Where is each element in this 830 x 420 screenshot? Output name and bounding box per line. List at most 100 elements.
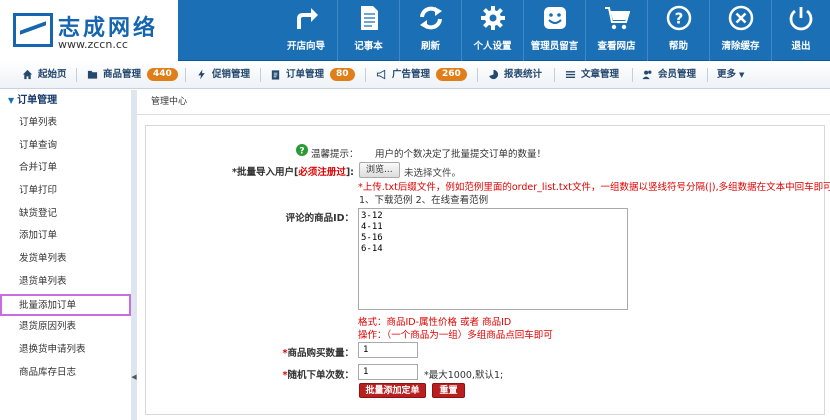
toolbar-store-guide-button[interactable]: 开店向导 <box>275 0 337 61</box>
toolbar-clear-cache-button[interactable]: 清除缓存 <box>709 0 771 61</box>
cart-icon <box>605 7 630 30</box>
toolbar-label: 管理员留言 <box>530 41 579 52</box>
nav-articles-label: 文章管理 <box>581 69 620 80</box>
nav-goods[interactable]: 商品管理 440 <box>87 61 178 89</box>
sidebar-title: 订单管理 <box>17 95 58 106</box>
nav-ads[interactable]: 广告管理 260 <box>376 61 467 89</box>
toolbar-settings-button[interactable]: 个人设置 <box>461 0 523 61</box>
logo: 志成网络 www.zccn.cc <box>0 0 178 61</box>
goods-id-label: 评论的商品ID： <box>285 213 354 224</box>
nav-articles[interactable]: 文章管理 <box>565 61 619 89</box>
logo-url: www.zccn.cc <box>58 38 128 51</box>
goods-id-textarea[interactable]: 3-12 4-11 5-16 6-14 <box>358 208 628 310</box>
nav-promo[interactable]: 促销管理 <box>196 61 250 89</box>
tip-label: 温馨提示： <box>311 149 359 160</box>
random-times-note: *最大1000,默认1; <box>424 370 504 381</box>
example-links[interactable]: 1、下载范例 2、在线查看范例 <box>359 192 488 206</box>
sidebar-item[interactable]: 合并订单 <box>0 157 131 180</box>
sidebar-item[interactable]: 退货单列表 <box>0 271 131 294</box>
upload-note: *上传.txt后缀文件，例如范例里面的order_list.txt文件，一组数据… <box>358 182 830 193</box>
sidebar: ▼ 订单管理 订单列表 订单查询 合并订单 订单打印 缺货登记 添加订单 发货单列表 退货单列表… <box>0 90 131 420</box>
nav-home[interactable]: 起始页 <box>22 61 67 89</box>
toolbar-label: 刷新 <box>420 41 440 52</box>
caret-down-icon: ▼ <box>8 96 15 105</box>
toolbar-label: 查看网店 <box>597 41 636 52</box>
toolbar-notepad-button[interactable]: 记事本 <box>337 0 399 61</box>
svg-text:?: ? <box>675 10 684 28</box>
top-header: 志成网络 www.zccn.cc 开店向导 记事本 刷新 个人设置 管理员留言 … <box>0 0 830 61</box>
toolbar-view-store-button[interactable]: 查看网店 <box>585 0 647 61</box>
sidebar-item[interactable]: 缺货登记 <box>0 203 131 226</box>
random-times-label: *随机下单次数： <box>282 370 354 381</box>
nav-goods-label: 商品管理 <box>103 69 142 80</box>
operation-note: 操作：（一个商品为一组）多组商品点回车即可 <box>358 330 553 341</box>
logo-mark-icon <box>13 13 53 47</box>
nav-ads-label: 广告管理 <box>392 69 431 80</box>
lightning-icon <box>198 69 205 80</box>
share-arrow-icon <box>297 8 318 29</box>
import-label-suffix: ]: <box>345 167 354 178</box>
nav-members-label: 会员管理 <box>658 69 697 80</box>
sidebar-item[interactable]: 订单查询 <box>0 135 131 158</box>
browse-button[interactable]: 浏览... <box>359 162 400 178</box>
toolbar-label: 个人设置 <box>473 41 512 52</box>
close-circle-icon <box>728 5 754 31</box>
reset-button[interactable]: 重置 <box>432 383 465 398</box>
import-users-label: *批量导入用户[必须注册过]: <box>232 164 354 178</box>
toolbar-help-button[interactable]: ? 帮助 <box>647 0 709 61</box>
import-label-prefix: *批量导入用户[ <box>232 167 299 178</box>
smiley-message-icon <box>544 7 566 29</box>
sidebar-section-header[interactable]: ▼ 订单管理 <box>0 90 131 112</box>
toolbar-admin-message-button[interactable]: 管理员留言 <box>523 0 585 61</box>
list-icon <box>565 71 576 78</box>
must-register-link[interactable]: 必须注册过 <box>298 167 346 178</box>
sidebar-item[interactable]: 退货原因列表 <box>0 316 131 339</box>
question-icon: ? <box>296 144 308 156</box>
main-nav: 起始页 商品管理 440 促销管理 订单管理 80 广告管理 260 报表统计 文章管… <box>0 61 830 89</box>
sidebar-item[interactable]: 发货单列表 <box>0 248 131 271</box>
tip-text: 用户的个数决定了批量提交订单的数量！ <box>375 149 547 160</box>
sidebar-item[interactable]: 商品库存日志 <box>0 362 131 385</box>
batch-add-order-button[interactable]: 批量添加定单 <box>359 383 426 398</box>
nav-more-label: 更多 <box>717 69 737 80</box>
batch-order-form: ? 温馨提示： 用户的个数决定了批量提交订单的数量！ *批量导入用户[必须注册过… <box>145 125 830 415</box>
sidebar-collapse-bar[interactable]: ◀ <box>131 90 137 420</box>
quantity-input[interactable] <box>358 342 418 358</box>
toolbar-label: 退出 <box>791 41 811 52</box>
quantity-label-text: 商品购买数量： <box>287 348 354 359</box>
nav-promo-label: 促销管理 <box>212 69 251 80</box>
sidebar-item[interactable]: 添加订单 <box>0 225 131 248</box>
quantity-label: *商品购买数量： <box>282 348 354 359</box>
sidebar-item[interactable]: 退换货申请列表 <box>0 339 131 362</box>
nav-stats-label: 报表统计 <box>504 69 543 80</box>
toolbar-refresh-button[interactable]: 刷新 <box>399 0 461 61</box>
caret-down-icon: ▼ <box>739 71 745 79</box>
no-file-text: 未选择文件。 <box>404 168 462 179</box>
collapse-arrow-icon[interactable]: ◀ <box>131 372 137 382</box>
nav-members[interactable]: 会员管理 <box>642 61 696 89</box>
random-times-label-text: 随机下单次数： <box>287 370 354 381</box>
megaphone-icon <box>376 69 386 80</box>
sidebar-item[interactable]: 批量添加订单 <box>0 293 131 317</box>
notepad-icon <box>361 6 378 30</box>
toolbar-label: 开店向导 <box>286 41 325 52</box>
nav-stats[interactable]: 报表统计 <box>488 61 542 89</box>
toolbar-label: 记事本 <box>354 41 383 52</box>
nav-more[interactable]: 更多 ▼ <box>717 61 744 89</box>
orders-count-badge: 80 <box>330 68 355 81</box>
toolbar-label: 清除缓存 <box>721 41 760 52</box>
clipboard-icon <box>271 70 280 80</box>
folder-icon <box>87 70 98 79</box>
format-note: 格式：商品ID-属性价格 或者 商品ID <box>358 317 512 328</box>
toolbar-logout-button[interactable]: 退出 <box>771 0 830 61</box>
sidebar-item[interactable]: 订单打印 <box>0 180 131 203</box>
sidebar-item[interactable]: 订单列表 <box>0 112 131 135</box>
svg-text:?: ? <box>299 147 304 157</box>
users-icon <box>642 70 652 80</box>
random-times-input[interactable] <box>358 364 418 380</box>
question-icon: ? <box>666 5 692 31</box>
nav-home-label: 起始页 <box>38 69 67 80</box>
breadcrumb: 管理中心 <box>137 90 830 115</box>
pie-chart-icon <box>489 69 499 80</box>
nav-orders[interactable]: 订单管理 80 <box>270 61 355 89</box>
